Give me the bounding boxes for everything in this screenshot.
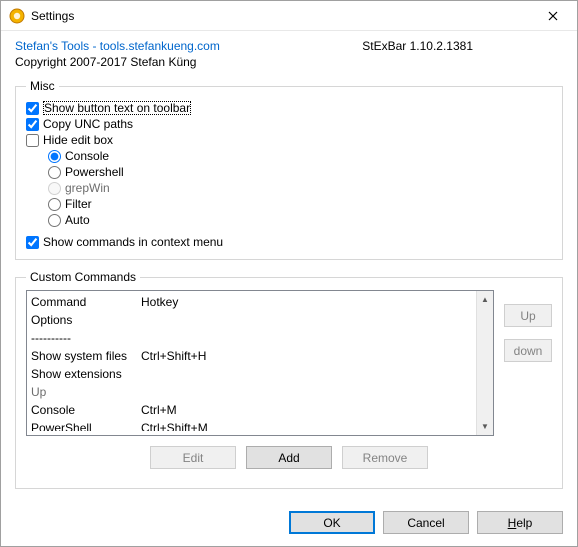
auto-radio-label[interactable]: Auto [65, 213, 90, 227]
copy-unc-label[interactable]: Copy UNC paths [43, 117, 133, 131]
show-button-text-checkbox[interactable] [26, 102, 39, 115]
list-item-command: Show system files [31, 348, 141, 364]
col-hotkey: Hotkey [141, 294, 472, 310]
list-item-hotkey [141, 384, 472, 400]
list-scrollbar[interactable]: ▲ ▼ [476, 291, 493, 435]
list-item[interactable]: ---------- [31, 329, 472, 347]
app-icon [9, 8, 25, 24]
list-item-hotkey [141, 366, 472, 382]
dialog-body: Stefan's Tools - tools.stefankueng.com S… [1, 31, 577, 505]
list-item-command: ---------- [31, 330, 141, 346]
list-item-command: Show extensions [31, 366, 141, 382]
commands-listbox[interactable]: Command Hotkey Options----------Show sys… [26, 290, 494, 436]
edit-button[interactable]: Edit [150, 446, 236, 469]
move-up-button[interactable]: Up [504, 304, 552, 327]
custom-commands-area: Command Hotkey Options----------Show sys… [26, 290, 552, 436]
reorder-buttons: Up down [504, 290, 552, 362]
move-down-button[interactable]: down [504, 339, 552, 362]
list-item[interactable]: Up [31, 383, 472, 401]
list-item[interactable]: Show system filesCtrl+Shift+H [31, 347, 472, 365]
window-title: Settings [31, 9, 531, 23]
settings-window: Settings Stefan's Tools - tools.stefanku… [0, 0, 578, 547]
scroll-up-icon[interactable]: ▲ [477, 291, 493, 308]
custom-commands-legend: Custom Commands [26, 270, 140, 284]
grepwin-radio-label: grepWin [65, 181, 110, 195]
command-action-buttons: Edit Add Remove [26, 446, 552, 469]
hide-edit-checkbox[interactable] [26, 134, 39, 147]
list-item[interactable]: PowerShellCtrl+Shift+M [31, 419, 472, 431]
auto-radio[interactable] [48, 214, 61, 227]
cancel-button[interactable]: Cancel [383, 511, 469, 534]
misc-group: Misc Show button text on toolbar Copy UN… [15, 79, 563, 260]
list-item-command: Options [31, 312, 141, 328]
misc-legend: Misc [26, 79, 59, 93]
close-button[interactable] [531, 2, 575, 30]
add-button[interactable]: Add [246, 446, 332, 469]
tools-link[interactable]: Stefan's Tools - tools.stefankueng.com [15, 39, 220, 53]
filter-radio[interactable] [48, 198, 61, 211]
list-item[interactable]: ConsoleCtrl+M [31, 401, 472, 419]
list-header: Command Hotkey [31, 293, 472, 311]
ok-button[interactable]: OK [289, 511, 375, 534]
version-text: StExBar 1.10.2.1381 [362, 39, 563, 53]
remove-button[interactable]: Remove [342, 446, 428, 469]
list-item-hotkey: Ctrl+Shift+M [141, 420, 472, 430]
list-item[interactable]: Show extensions [31, 365, 472, 383]
filter-radio-label[interactable]: Filter [65, 197, 92, 211]
copy-unc-checkbox[interactable] [26, 118, 39, 131]
header-line: Stefan's Tools - tools.stefankueng.com S… [15, 39, 563, 53]
show-button-text-label[interactable]: Show button text on toolbar [43, 101, 191, 115]
custom-commands-group: Custom Commands Command Hotkey Options --… [15, 270, 563, 489]
show-context-checkbox[interactable] [26, 236, 39, 249]
list-item-hotkey: Ctrl+M [141, 402, 472, 418]
list-item-hotkey [141, 330, 472, 346]
hide-edit-label[interactable]: Hide edit box [43, 133, 113, 147]
list-item-hotkey [141, 312, 472, 328]
copyright-text: Copyright 2007-2017 Stefan Küng [15, 55, 563, 69]
powershell-radio-label[interactable]: Powershell [65, 165, 124, 179]
grepwin-radio [48, 182, 61, 195]
console-radio[interactable] [48, 150, 61, 163]
help-button[interactable]: Help [477, 511, 563, 534]
titlebar: Settings [1, 1, 577, 31]
list-item-hotkey: Ctrl+Shift+H [141, 348, 472, 364]
dialog-buttons: OK Cancel Help [1, 505, 577, 546]
show-context-label[interactable]: Show commands in context menu [43, 235, 223, 249]
list-item-command: Console [31, 402, 141, 418]
col-command: Command [31, 294, 141, 310]
console-radio-label[interactable]: Console [65, 149, 109, 163]
edit-mode-radio-group: Console Powershell grepWin Filter Auto [48, 149, 552, 227]
list-item-command: PowerShell [31, 420, 141, 430]
list-item[interactable]: Options [31, 311, 472, 329]
list-item-command: Up [31, 384, 141, 400]
powershell-radio[interactable] [48, 166, 61, 179]
scroll-down-icon[interactable]: ▼ [477, 418, 493, 435]
